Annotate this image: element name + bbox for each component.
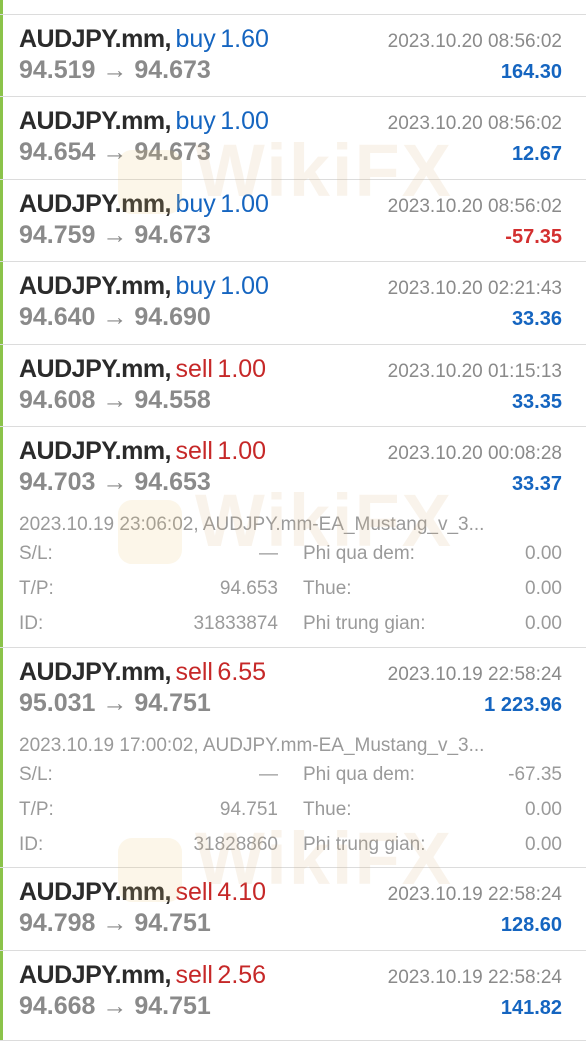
trade-open-info: 2023.10.19 17:00:02, AUDJPY.mm-EA_Mustan… <box>19 735 485 756</box>
trade-symbol: AUDJPY.mm, <box>19 437 172 465</box>
status-bar <box>0 648 3 867</box>
trade-item[interactable]: AUDJPY.mm, buy 1.60 2023.10.20 08:56:02 94… <box>0 15 586 97</box>
trade-profit: 128.60 <box>500 914 562 936</box>
trade-side: buy <box>175 25 216 53</box>
trade-prices: 94.519 → 94.673 <box>19 56 211 84</box>
detail-row-tp: T/P: 94.653 Thue: 0.00 <box>19 578 562 604</box>
tp-label: T/P: <box>19 578 54 599</box>
id-value: 31833874 <box>193 613 278 634</box>
trade-symbol: AUDJPY.mm, <box>19 272 172 300</box>
trade-side: sell <box>175 658 213 686</box>
trade-profit: 33.35 <box>511 391 562 413</box>
trade-side: sell <box>175 355 213 383</box>
previous-trade-edge[interactable] <box>0 0 586 15</box>
status-bar <box>0 180 3 261</box>
swap-value: 0.00 <box>525 543 562 564</box>
status-bar <box>0 97 3 179</box>
status-bar <box>0 262 3 344</box>
id-label: ID: <box>19 834 44 855</box>
trade-prices: 94.759 → 94.673 <box>19 221 211 249</box>
trade-item[interactable]: AUDJPY.mm, buy 1.00 2023.10.20 02:21:43 94… <box>0 262 586 345</box>
trade-time: 2023.10.19 22:58:24 <box>387 664 562 685</box>
trade-side: sell <box>175 961 213 989</box>
trade-time: 2023.10.20 01:15:13 <box>387 361 562 382</box>
trade-time: 2023.10.19 22:58:24 <box>387 967 562 988</box>
trade-profit: 33.36 <box>511 308 562 330</box>
trade-prices: 94.703 → 94.653 <box>19 468 211 496</box>
trade-symbol: AUDJPY.mm, <box>19 25 172 53</box>
watermark-text: WikiFX <box>195 817 454 900</box>
tax-value: 0.00 <box>525 799 562 820</box>
trade-side: sell <box>175 437 213 465</box>
trade-item[interactable]: AUDJPY.mm, sell 2.56 2023.10.19 22:58:24 9… <box>0 951 586 1041</box>
watermark-logo <box>118 500 182 564</box>
trade-prices: 94.798 → 94.751 <box>19 909 211 937</box>
detail-row-id: ID: 31833874 Phi trung gian: 0.00 <box>19 613 562 639</box>
status-bar <box>0 0 3 14</box>
tp-value: 94.653 <box>219 578 278 599</box>
trade-side: buy <box>175 272 216 300</box>
trade-volume: 1.60 <box>220 25 269 53</box>
trade-prices: 94.668 → 94.751 <box>19 992 211 1020</box>
trade-symbol: AUDJPY.mm, <box>19 961 172 989</box>
sl-label: S/L: <box>19 543 53 564</box>
trade-profit: 12.67 <box>511 143 562 165</box>
watermark-logo <box>118 150 182 214</box>
watermark-text: WikiFX <box>195 129 454 212</box>
trade-profit: 141.82 <box>500 997 562 1019</box>
trade-item[interactable]: AUDJPY.mm, sell 1.00 2023.10.20 01:15:13 9… <box>0 345 586 427</box>
sl-label: S/L: <box>19 764 53 785</box>
swap-label: Phi qua dem: <box>303 764 415 785</box>
sl-value: — <box>259 764 278 785</box>
fee-value: 0.00 <box>525 613 562 634</box>
status-bar <box>0 951 3 1040</box>
trade-time: 2023.10.20 02:21:43 <box>387 278 562 299</box>
trade-volume: 1.00 <box>217 437 267 465</box>
tp-label: T/P: <box>19 799 54 820</box>
swap-value: -67.35 <box>508 764 562 785</box>
detail-row-sl: S/L: — Phi qua dem: -67.35 <box>19 764 562 790</box>
trade-time: 2023.10.20 08:56:02 <box>387 31 562 52</box>
trade-symbol: AUDJPY.mm, <box>19 355 172 383</box>
trade-profit: 1 223.96 <box>484 694 562 716</box>
fee-value: 0.00 <box>525 834 562 855</box>
trade-volume: 1.00 <box>220 272 269 300</box>
trade-volume: 2.56 <box>217 961 267 989</box>
trade-prices: 95.031 → 94.751 <box>19 689 211 717</box>
status-bar <box>0 868 3 950</box>
fee-label: Phi trung gian: <box>303 613 426 634</box>
status-bar <box>0 15 3 96</box>
trade-prices: 94.654 → 94.673 <box>19 138 211 166</box>
watermark-logo <box>118 838 182 902</box>
watermark-text: WikiFX <box>195 479 454 562</box>
trade-profit: 33.37 <box>511 473 562 495</box>
trade-symbol: AUDJPY.mm, <box>19 658 172 686</box>
id-label: ID: <box>19 613 44 634</box>
status-bar <box>0 427 3 647</box>
trade-prices: 94.608 → 94.558 <box>19 386 211 414</box>
tax-value: 0.00 <box>525 578 562 599</box>
trade-profit: 164.30 <box>500 61 562 83</box>
trade-profit: -57.35 <box>505 226 562 248</box>
trade-volume: 1.00 <box>217 355 267 383</box>
trade-volume: 6.55 <box>217 658 267 686</box>
tax-label: Thue: <box>303 578 352 599</box>
trade-prices: 94.640 → 94.690 <box>19 303 211 331</box>
trade-time: 2023.10.20 00:08:28 <box>387 443 562 464</box>
status-bar <box>0 345 3 426</box>
trade-symbol: AUDJPY.mm, <box>19 107 172 135</box>
